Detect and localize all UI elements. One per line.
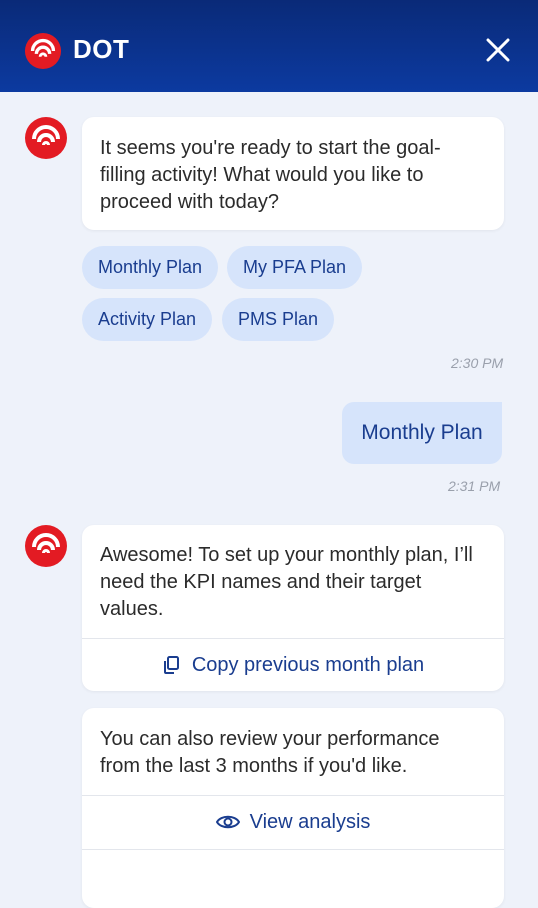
bot-message: It seems you're ready to start the goal-… — [82, 117, 504, 230]
bot-message: Awesome! To set up your monthly plan, I’… — [82, 525, 504, 691]
brand-logo-icon — [24, 32, 62, 70]
copy-previous-plan-label: Copy previous month plan — [191, 653, 425, 676]
bot-message-text: You can also review your performance fro… — [100, 728, 440, 777]
bot-message: You can also review your performance fro… — [82, 708, 504, 908]
view-analysis-label: View analysis — [249, 810, 371, 833]
divider — [82, 849, 504, 850]
view-analysis-button[interactable]: View analysis — [82, 796, 504, 848]
bot-message-text: It seems you're ready to start the goal-… — [100, 137, 441, 213]
quick-reply-activity-plan[interactable]: Activity Plan — [82, 298, 213, 341]
message-timestamp: 2:31 PM — [448, 478, 501, 494]
copy-previous-plan-button[interactable]: Copy previous month plan — [82, 639, 504, 691]
user-message: Monthly Plan — [342, 402, 502, 464]
bot-avatar-icon — [25, 525, 67, 567]
quick-reply-pfa-plan[interactable]: My PFA Plan — [227, 246, 363, 289]
app-title: DOT — [73, 34, 130, 64]
close-icon[interactable] — [486, 38, 510, 62]
eye-icon — [215, 815, 240, 829]
message-timestamp: 2:30 PM — [451, 355, 504, 371]
bot-avatar-icon — [25, 117, 67, 159]
quick-reply-monthly-plan[interactable]: Monthly Plan — [82, 246, 219, 289]
quick-reply-pms-plan[interactable]: PMS Plan — [222, 298, 335, 341]
copy-icon — [163, 656, 179, 674]
bot-message-text: Awesome! To set up your monthly plan, I’… — [100, 544, 473, 620]
chat-header: DOT — [0, 0, 538, 92]
